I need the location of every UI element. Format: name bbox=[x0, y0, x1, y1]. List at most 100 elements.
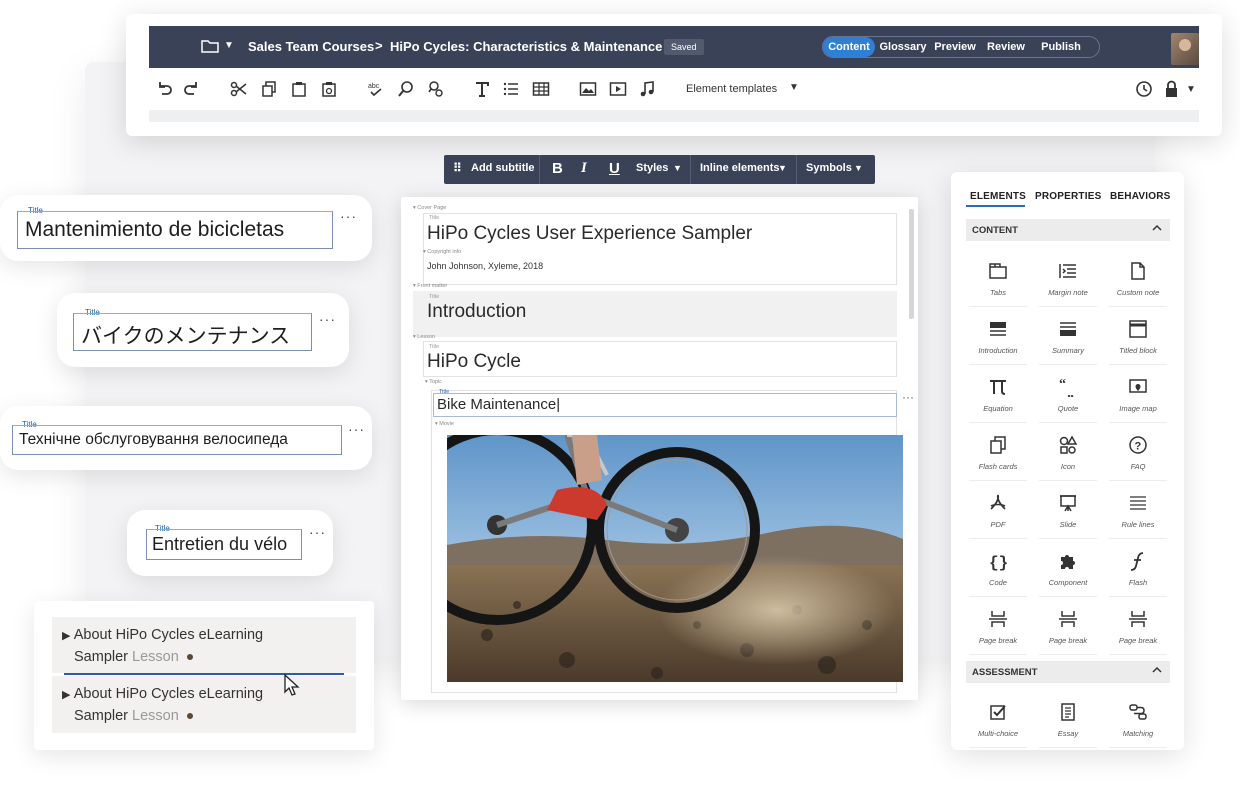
bike-movie-thumbnail[interactable] bbox=[447, 435, 903, 682]
element-faq[interactable]: ? FAQ bbox=[1105, 428, 1171, 481]
element-templates-dropdown[interactable]: Element templates bbox=[686, 83, 777, 95]
element-slide[interactable]: Slide bbox=[1035, 486, 1101, 539]
element-summary[interactable]: Summary bbox=[1035, 312, 1101, 365]
cut-icon[interactable] bbox=[229, 80, 249, 100]
element-component[interactable]: Component bbox=[1035, 544, 1101, 597]
element-multi-choice[interactable]: Multi-choice bbox=[965, 695, 1031, 748]
avatar[interactable] bbox=[1171, 33, 1199, 65]
mode-publish[interactable]: Publish bbox=[1033, 37, 1089, 57]
video-icon[interactable] bbox=[608, 80, 628, 100]
translated-title[interactable]: Mantenimiento de bicicletas bbox=[25, 218, 284, 242]
folder-icon[interactable] bbox=[201, 39, 219, 53]
element-page-break[interactable]: Page break bbox=[1035, 602, 1101, 655]
copy-icon[interactable] bbox=[259, 80, 279, 100]
history-icon[interactable] bbox=[1134, 80, 1154, 100]
redo-icon[interactable] bbox=[182, 80, 202, 100]
section-label-topic[interactable]: Topic bbox=[425, 379, 442, 385]
expand-triangle-icon[interactable]: ▶ bbox=[62, 630, 70, 642]
element-tabs[interactable]: Tabs bbox=[965, 254, 1031, 307]
element-image-map[interactable]: Image map bbox=[1105, 370, 1171, 423]
translated-title[interactable]: バイクのメンテナンス bbox=[81, 320, 290, 350]
cover-title[interactable]: HiPo Cycles User Experience Sampler bbox=[427, 223, 752, 245]
tab-elements[interactable]: ELEMENTS bbox=[970, 191, 1026, 202]
element-matching[interactable]: Matching bbox=[1105, 695, 1171, 748]
element-templates-caret-icon[interactable]: ▼ bbox=[789, 82, 799, 93]
paste-icon[interactable] bbox=[289, 80, 309, 100]
element-custom-note[interactable]: Custom note bbox=[1105, 254, 1171, 307]
mode-glossary[interactable]: Glossary bbox=[877, 37, 929, 57]
audio-icon[interactable] bbox=[637, 80, 657, 100]
more-options-icon[interactable]: ··· bbox=[319, 311, 336, 327]
section-label-front-matter[interactable]: Front matter bbox=[413, 283, 447, 289]
topic-title[interactable]: Bike Maintenance| bbox=[437, 396, 560, 413]
section-label-movie[interactable]: Movie bbox=[435, 421, 454, 427]
lesson-title[interactable]: HiPo Cycle bbox=[427, 351, 521, 373]
element-flash-cards[interactable]: Flash cards bbox=[965, 428, 1031, 481]
lock-icon[interactable] bbox=[1162, 80, 1182, 100]
element-rule-lines[interactable]: Rule lines bbox=[1105, 486, 1171, 539]
element-page-break[interactable]: Page break bbox=[965, 602, 1031, 655]
find-icon[interactable] bbox=[396, 80, 416, 100]
inline-elements-dropdown[interactable]: Inline elements bbox=[700, 162, 779, 174]
element-margin-note[interactable]: Margin note bbox=[1035, 254, 1101, 307]
element-code[interactable]: {} Code bbox=[965, 544, 1031, 597]
translated-title[interactable]: Технічне обслуговування велосипеда bbox=[19, 431, 288, 449]
mode-review[interactable]: Review bbox=[983, 37, 1029, 57]
element-introduction[interactable]: Introduction bbox=[965, 312, 1031, 365]
element-essay[interactable]: Essay bbox=[1035, 695, 1101, 748]
element-equation[interactable]: Equation bbox=[965, 370, 1031, 423]
italic-button[interactable]: I bbox=[581, 160, 587, 177]
paste-special-icon[interactable] bbox=[319, 80, 339, 100]
tab-properties[interactable]: PROPERTIES bbox=[1035, 191, 1101, 202]
symbols-caret-icon[interactable]: ▼ bbox=[854, 163, 863, 173]
spellcheck-icon[interactable]: abc bbox=[366, 80, 386, 100]
element-pdf[interactable]: PDF bbox=[965, 486, 1031, 539]
undo-icon[interactable] bbox=[154, 80, 174, 100]
document-editor[interactable]: Cover Page Title HiPo Cycles User Experi… bbox=[401, 197, 918, 700]
add-subtitle-button[interactable]: Add subtitle bbox=[471, 162, 535, 174]
document-scrollbar[interactable] bbox=[909, 209, 914, 319]
more-options-icon[interactable]: ··· bbox=[340, 208, 357, 224]
section-label-cover-page[interactable]: Cover Page bbox=[413, 205, 446, 211]
tab-behaviors[interactable]: BEHAVIORS bbox=[1110, 191, 1171, 202]
folder-caret-icon[interactable]: ▼ bbox=[224, 40, 234, 51]
mode-preview[interactable]: Preview bbox=[931, 37, 979, 57]
symbols-dropdown[interactable]: Symbols bbox=[806, 162, 852, 174]
essay-icon bbox=[1061, 703, 1075, 721]
assessment-section-header[interactable]: ASSESSMENT bbox=[966, 661, 1170, 683]
element-page-break[interactable]: Page break bbox=[1105, 602, 1171, 655]
element-icon[interactable]: Icon bbox=[1035, 428, 1101, 481]
tree-item[interactable]: ▶ About HiPo Cycles eLearning Sampler Le… bbox=[52, 617, 356, 673]
tree-item[interactable]: ▶ About HiPo Cycles eLearning Sampler Le… bbox=[52, 676, 356, 733]
breadcrumb-current[interactable]: HiPo Cycles: Characteristics & Maintenan… bbox=[390, 39, 662, 54]
translated-title[interactable]: Entretien du vélo bbox=[152, 534, 287, 555]
styles-caret-icon[interactable]: ▼ bbox=[673, 163, 682, 173]
bold-button[interactable]: B bbox=[552, 160, 563, 177]
breadcrumb-root[interactable]: Sales Team Courses bbox=[248, 39, 374, 54]
lock-caret-icon[interactable]: ▼ bbox=[1181, 80, 1201, 100]
drag-handle-icon[interactable]: ⠿ bbox=[453, 161, 462, 175]
list-icon[interactable] bbox=[501, 80, 521, 100]
find-replace-icon[interactable] bbox=[426, 80, 446, 100]
content-section-header[interactable]: CONTENT bbox=[966, 219, 1170, 241]
inline-elements-caret-icon[interactable]: ▼ bbox=[778, 163, 787, 173]
expand-triangle-icon[interactable]: ▶ bbox=[62, 689, 70, 701]
table-icon[interactable] bbox=[531, 80, 551, 100]
chevron-up-icon[interactable] bbox=[1152, 665, 1162, 675]
section-label-lesson[interactable]: Lesson bbox=[413, 334, 435, 340]
mode-content[interactable]: Content bbox=[823, 37, 875, 57]
element-titled-block[interactable]: Titled block bbox=[1105, 312, 1171, 365]
intro-title[interactable]: Introduction bbox=[427, 301, 526, 323]
styles-dropdown[interactable]: Styles bbox=[636, 162, 668, 174]
underline-button[interactable]: U bbox=[609, 160, 620, 177]
more-options-icon[interactable]: ··· bbox=[309, 524, 326, 540]
element-quote[interactable]: “„ Quote bbox=[1035, 370, 1101, 423]
topic-more-icon[interactable]: ··· bbox=[902, 390, 914, 404]
text-icon[interactable] bbox=[472, 80, 492, 100]
chevron-up-icon[interactable] bbox=[1152, 223, 1162, 233]
image-icon[interactable] bbox=[578, 80, 598, 100]
more-options-icon[interactable]: ··· bbox=[348, 421, 365, 437]
section-label-copyright[interactable]: Copyright info bbox=[423, 249, 461, 255]
copyright-text[interactable]: John Johnson, Xyleme, 2018 bbox=[427, 261, 543, 271]
element-flash[interactable]: Flash bbox=[1105, 544, 1171, 597]
